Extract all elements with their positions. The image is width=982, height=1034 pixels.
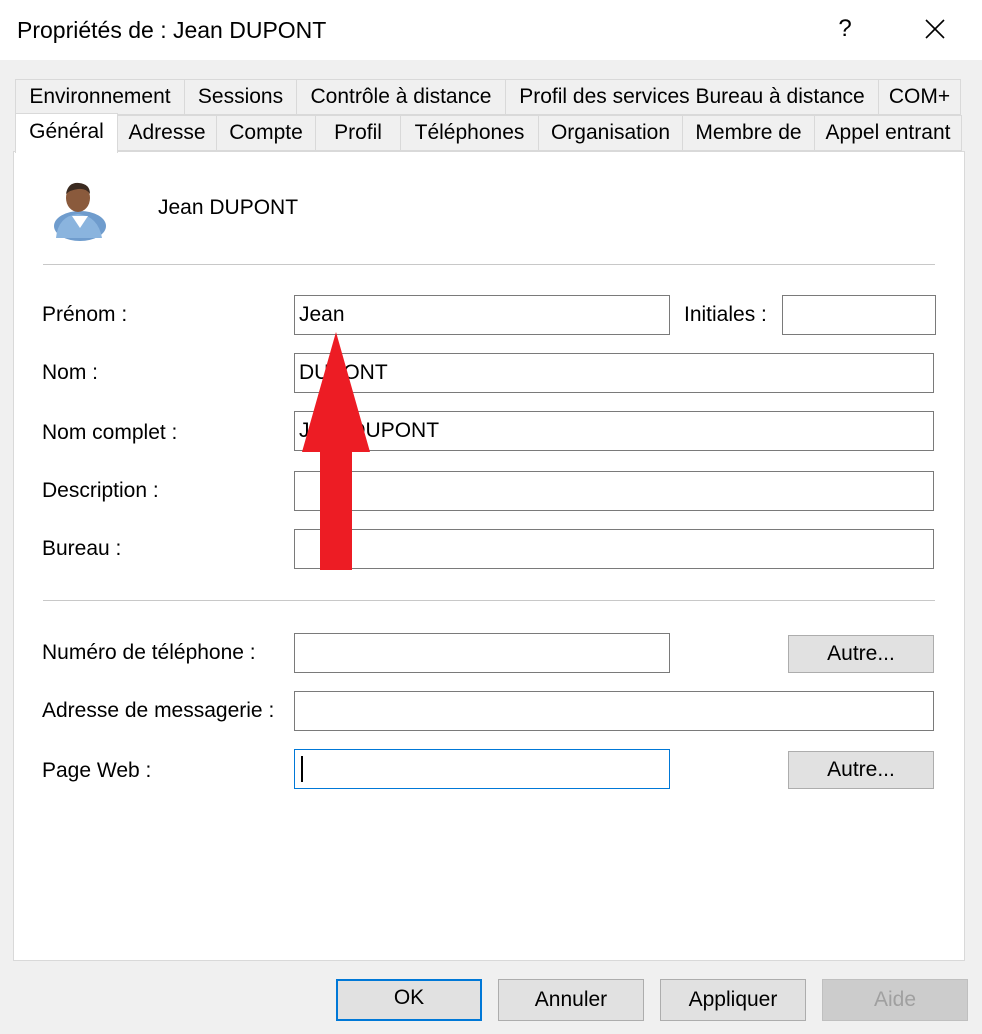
help-button[interactable]: ? [822, 6, 868, 52]
tab-adresse[interactable]: Adresse [117, 115, 217, 151]
divider [43, 264, 935, 266]
tab-com-plus[interactable]: COM+ [878, 79, 961, 115]
messagerie-label: Adresse de messagerie : [42, 699, 275, 722]
tab-profil[interactable]: Profil [315, 115, 401, 151]
description-field[interactable] [294, 471, 934, 511]
ok-button[interactable]: OK [336, 979, 482, 1021]
nom-field[interactable]: DUPONT [294, 353, 934, 393]
bureau-label: Bureau : [42, 537, 122, 560]
telephone-other-button[interactable]: Autre... [788, 635, 934, 673]
email-field[interactable] [294, 691, 934, 731]
tab-general[interactable]: Général [15, 113, 118, 153]
tab-controle-a-distance[interactable]: Contrôle à distance [296, 79, 506, 115]
tab-environnement[interactable]: Environnement [15, 79, 185, 115]
cancel-button[interactable]: Annuler [498, 979, 644, 1021]
telephone-field[interactable] [294, 633, 670, 673]
tab-membre-de[interactable]: Membre de [682, 115, 815, 151]
title-bar: Propriétés de : Jean DUPONT ? [0, 0, 982, 60]
arrow-up-icon [302, 332, 370, 570]
text-caret [301, 756, 303, 783]
user-icon [54, 182, 106, 241]
initiales-label: Initiales : [684, 303, 767, 326]
nom-complet-label: Nom complet : [42, 421, 178, 444]
description-label: Description : [42, 479, 159, 502]
close-button[interactable] [912, 6, 958, 52]
page-web-label: Page Web : [42, 759, 152, 782]
tab-compte[interactable]: Compte [216, 115, 316, 151]
close-icon [925, 19, 945, 40]
tab-organisation[interactable]: Organisation [538, 115, 683, 151]
prenom-field[interactable]: Jean [294, 295, 670, 335]
nom-complet-field[interactable]: Jean DUPONT [294, 411, 934, 451]
nom-label: Nom : [42, 361, 99, 384]
initiales-field[interactable] [782, 295, 936, 335]
prenom-label: Prénom : [42, 303, 128, 326]
tab-telephones[interactable]: Téléphones [400, 115, 539, 151]
tab-appel-entrant[interactable]: Appel entrant [814, 115, 962, 151]
telephone-label: Numéro de téléphone : [42, 641, 256, 664]
help-footer-button[interactable]: Aide [822, 979, 968, 1021]
apply-button[interactable]: Appliquer [660, 979, 806, 1021]
bureau-field[interactable] [294, 529, 934, 569]
tab-profil-services-bureau[interactable]: Profil des services Bureau à distance [505, 79, 879, 115]
tab-sessions[interactable]: Sessions [184, 79, 297, 115]
page-web-other-button[interactable]: Autre... [788, 751, 934, 789]
user-display-name: Jean DUPONT [158, 196, 299, 219]
page-web-field[interactable] [294, 749, 670, 789]
divider [43, 600, 935, 602]
window-title: Propriétés de : Jean DUPONT [17, 17, 327, 43]
